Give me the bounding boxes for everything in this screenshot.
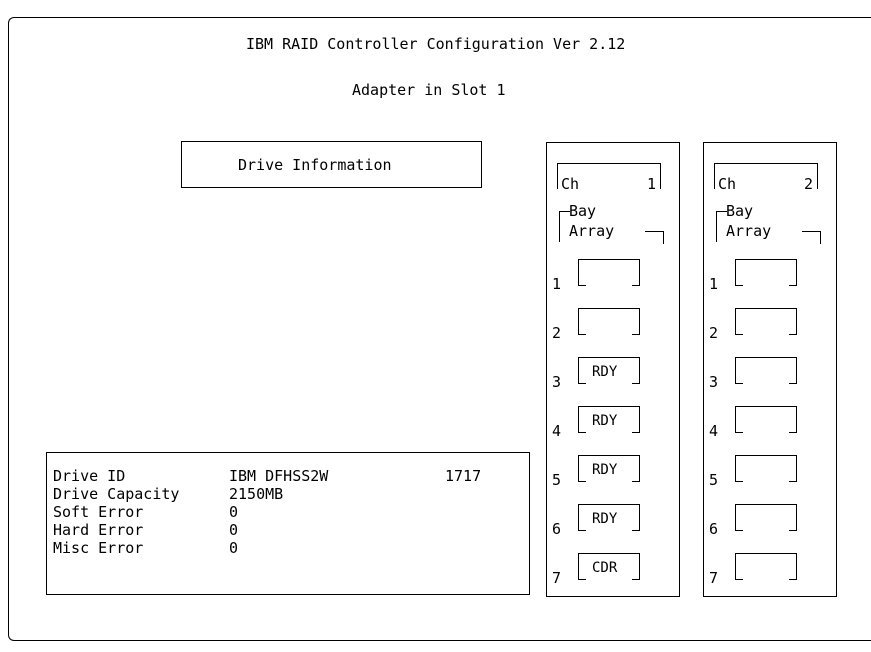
bay-slot[interactable]: [735, 406, 797, 433]
bay-slot[interactable]: [735, 504, 797, 531]
bay-number: 4: [709, 422, 719, 440]
bay-slot[interactable]: [578, 308, 640, 335]
bay-status: RDY: [592, 413, 618, 429]
bay-number: 5: [552, 471, 562, 489]
bay-number: 6: [552, 520, 562, 538]
bay-number: 2: [552, 324, 562, 342]
bay-slot[interactable]: [735, 553, 797, 580]
bay-slot[interactable]: RDY: [578, 357, 640, 384]
detail-label: Soft Error: [53, 503, 144, 521]
bay-status: RDY: [592, 364, 618, 380]
bay-number: 7: [709, 569, 719, 587]
detail-value: 0: [229, 539, 239, 557]
channel-1-panel: Ch 1 Bay Array 1 2 3 RDY 4 RDY 5 RDY 6 RDY 7 CDR: [546, 142, 680, 597]
bay-column-label: Bay: [726, 202, 754, 220]
array-header-line: [802, 231, 821, 244]
detail-label: Drive Capacity: [53, 485, 180, 503]
bay-slot[interactable]: CDR: [578, 553, 640, 580]
bay-number: 3: [709, 373, 719, 391]
channel-label: Ch: [561, 175, 580, 193]
detail-value: 0: [229, 503, 239, 521]
bay-status: CDR: [592, 560, 618, 576]
bay-slot[interactable]: [735, 259, 797, 286]
bay-slot[interactable]: RDY: [578, 406, 640, 433]
channel-number: 1: [647, 175, 657, 193]
array-column-label: Array: [726, 222, 772, 240]
detail-label: Drive ID: [53, 467, 126, 485]
bay-number: 2: [709, 324, 719, 342]
bay-number: 6: [709, 520, 719, 538]
bay-slot[interactable]: RDY: [578, 455, 640, 482]
drive-details-panel: Drive ID IBM DFHSS2W 1717 Drive Capacity 215…: [46, 452, 530, 595]
channel-2-panel: Ch 2 Bay Array 1 2 3 4 5 6 7: [703, 142, 837, 597]
bay-slot[interactable]: [735, 357, 797, 384]
detail-value: 0: [229, 521, 239, 539]
drive-information-label: Drive Information: [238, 156, 392, 174]
channel-label: Ch: [718, 175, 737, 193]
detail-value: 2150MB: [229, 485, 284, 503]
detail-label: Hard Error: [53, 521, 144, 539]
bay-number: 1: [709, 275, 719, 293]
bay-slot[interactable]: [735, 455, 797, 482]
bay-status: RDY: [592, 462, 618, 478]
bay-slot[interactable]: [735, 308, 797, 335]
bay-number: 1: [552, 275, 562, 293]
adapter-subtitle: Adapter in Slot 1: [352, 81, 506, 99]
drive-information-button[interactable]: Drive Information: [181, 141, 482, 188]
bay-number: 4: [552, 422, 562, 440]
channel-number: 2: [804, 175, 814, 193]
detail-value: IBM DFHSS2W: [229, 467, 329, 485]
bay-slot[interactable]: [578, 259, 640, 286]
app-title: IBM RAID Controller Configuration Ver 2.…: [246, 35, 626, 53]
array-header-line: [645, 231, 664, 244]
bay-status: RDY: [592, 511, 618, 527]
bay-number: 5: [709, 471, 719, 489]
bay-number: 3: [552, 373, 562, 391]
bay-slot[interactable]: RDY: [578, 504, 640, 531]
detail-extra: 1717: [445, 467, 482, 485]
detail-label: Misc Error: [53, 539, 144, 557]
bay-number: 7: [552, 569, 562, 587]
bay-column-label: Bay: [569, 202, 597, 220]
array-column-label: Array: [569, 222, 615, 240]
